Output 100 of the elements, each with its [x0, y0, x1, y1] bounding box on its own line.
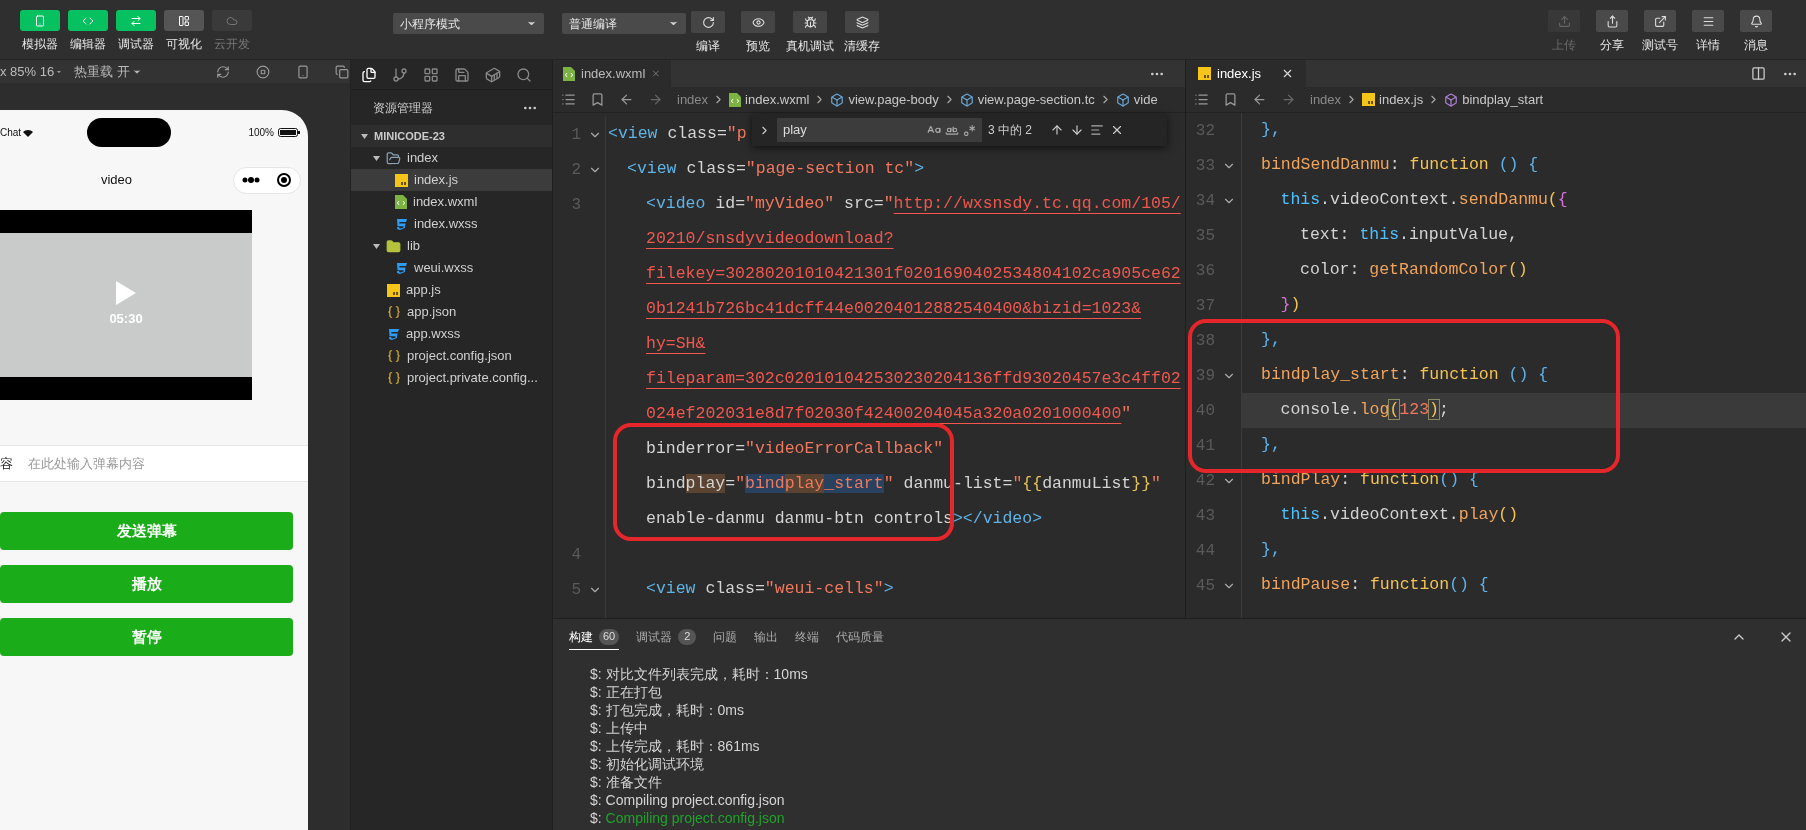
- toolbar-button[interactable]: 可视化: [164, 10, 204, 53]
- panel-tab[interactable]: 构建 60: [569, 624, 620, 650]
- folder-item[interactable]: lib: [351, 235, 552, 257]
- container-icon[interactable]: [485, 66, 501, 83]
- eye-icon: [751, 15, 765, 29]
- refresh-icon[interactable]: [215, 64, 230, 79]
- expanded-caret-icon: [361, 133, 368, 139]
- file-item[interactable]: index.wxml: [351, 191, 552, 213]
- forward-icon[interactable]: [648, 92, 663, 107]
- js-file-icon: [1362, 93, 1376, 106]
- panel-tab[interactable]: 终端: [795, 624, 820, 650]
- project-header[interactable]: MINICODE-23: [351, 125, 552, 147]
- file-item[interactable]: index.wxss: [351, 213, 552, 235]
- search-icon[interactable]: [516, 66, 532, 83]
- outline-icon[interactable]: [1194, 92, 1209, 107]
- folder-item[interactable]: index: [351, 147, 552, 169]
- grid-icon[interactable]: [423, 66, 439, 83]
- toolbar-button[interactable]: 分享: [1591, 10, 1633, 54]
- count-badge: 2: [678, 628, 697, 645]
- js-file-icon: [395, 173, 408, 187]
- share-icon: [1605, 14, 1619, 28]
- code-line: 20210/snsdyvideodownload?: [646, 228, 894, 251]
- editor-tab[interactable]: index.wxml: [553, 60, 671, 87]
- element-icon: [830, 92, 845, 107]
- js-file-icon: [387, 283, 400, 297]
- code-line: bindplay_start: function () {: [1261, 364, 1549, 387]
- js-file-icon: [1198, 67, 1211, 80]
- windows-icon[interactable]: [334, 64, 349, 79]
- panel-tab[interactable]: 问题: [713, 624, 738, 650]
- bookmark-icon[interactable]: [1223, 92, 1238, 107]
- folder-icon: [386, 150, 401, 166]
- toolbar-button[interactable]: 详情: [1687, 10, 1729, 54]
- file-item[interactable]: app.js: [351, 279, 552, 301]
- bookmark-icon[interactable]: [590, 92, 605, 107]
- layout-icon: [178, 14, 190, 27]
- more-icon[interactable]: [242, 177, 261, 183]
- stop-icon[interactable]: [255, 64, 270, 79]
- toolbar-button[interactable]: 真机调试: [786, 11, 834, 55]
- code-line: 024ef202031e8d7f02030f42400204045a320a0201000400": [646, 403, 1132, 426]
- code-line: binderror="videoErrorCallback": [646, 438, 944, 461]
- phone-icon[interactable]: [295, 64, 310, 79]
- file-item[interactable]: index.js: [351, 169, 552, 191]
- arrows-icon: [130, 14, 142, 27]
- file-item[interactable]: weui.wxss: [351, 257, 552, 279]
- breadcrumb-item[interactable]: index.js: [1379, 89, 1424, 110]
- log-line: $: 准备文件: [590, 773, 663, 791]
- regex-icon[interactable]: [963, 123, 976, 137]
- hot-reload-dropdown[interactable]: 热重载 开: [74, 61, 142, 82]
- forward-icon[interactable]: [1281, 92, 1296, 107]
- toolbar-button[interactable]: 模拟器: [20, 10, 60, 53]
- file-item[interactable]: app.json: [351, 301, 552, 323]
- find-input[interactable]: play: [777, 118, 982, 142]
- panel-tab[interactable]: 调试器 2: [636, 624, 697, 650]
- back-icon[interactable]: [1252, 92, 1267, 107]
- toolbar-button[interactable]: 编译: [686, 11, 730, 55]
- files-icon[interactable]: [361, 66, 377, 83]
- panel-tab[interactable]: 代码质量: [836, 624, 885, 650]
- compile-dropdown[interactable]: 普通编译: [562, 13, 686, 34]
- css-file-icon: [395, 217, 408, 231]
- log-line: $: 打包完成，耗时：0ms: [590, 701, 746, 719]
- file-item[interactable]: project.private.config...: [351, 367, 552, 389]
- save-icon[interactable]: [454, 66, 470, 83]
- outline-icon[interactable]: [561, 92, 576, 107]
- json-file-icon: [387, 371, 401, 385]
- log-line: $: 正在打包: [590, 683, 663, 701]
- breadcrumb-item[interactable]: view.page-body: [848, 89, 939, 110]
- panel-tab[interactable]: 输出: [754, 624, 779, 650]
- next-match-icon[interactable]: [1070, 123, 1084, 137]
- breadcrumb-item[interactable]: vide: [1133, 89, 1158, 110]
- breadcrumb-item[interactable]: view.page-section.tc: [977, 89, 1095, 110]
- file-item[interactable]: app.wxss: [351, 323, 552, 345]
- expanded-caret-icon: [373, 243, 380, 249]
- toolbar-button[interactable]: 预览: [736, 11, 780, 55]
- toolbar-button[interactable]: 编辑器: [68, 10, 108, 53]
- toolbar-button[interactable]: 清缓存: [840, 11, 884, 55]
- panel-title: 资源管理器: [373, 99, 433, 117]
- device-dropdown[interactable]: x 85% 16: [0, 61, 62, 82]
- expanded-caret-icon: [373, 155, 380, 161]
- breadcrumb-item[interactable]: index: [1310, 89, 1342, 110]
- danmu-input[interactable]: 在此处输入弹幕内容: [28, 446, 308, 481]
- previous-match-icon[interactable]: [1050, 123, 1064, 137]
- mode-dropdown[interactable]: 小程序模式: [393, 13, 544, 34]
- breadcrumb-item[interactable]: index: [677, 89, 709, 110]
- split-editor-icon[interactable]: [1751, 66, 1766, 81]
- toolbar-button[interactable]: 测试号: [1639, 10, 1681, 54]
- branch-icon[interactable]: [392, 66, 408, 83]
- file-item[interactable]: project.config.json: [351, 345, 552, 367]
- code-line: enable-danmu danmu-btn controls></video>: [646, 508, 1043, 531]
- toolbar-button[interactable]: 调试器: [116, 10, 156, 53]
- danmu-input-field[interactable]: 容 在此处输入弹幕内容: [0, 445, 308, 482]
- breadcrumb-item[interactable]: bindplay_start: [1462, 89, 1544, 110]
- editor-tab[interactable]: index.js: [1186, 60, 1306, 87]
- back-icon[interactable]: [619, 92, 634, 107]
- selection-icon[interactable]: [1090, 123, 1104, 137]
- breadcrumb-item[interactable]: index.wxml: [745, 89, 810, 110]
- element-icon: [1115, 92, 1130, 107]
- css-file-icon: [387, 327, 400, 341]
- cloud-icon: [226, 14, 238, 27]
- toolbar-button[interactable]: 消息: [1735, 10, 1777, 54]
- code-line: <view class="p: [608, 123, 747, 146]
